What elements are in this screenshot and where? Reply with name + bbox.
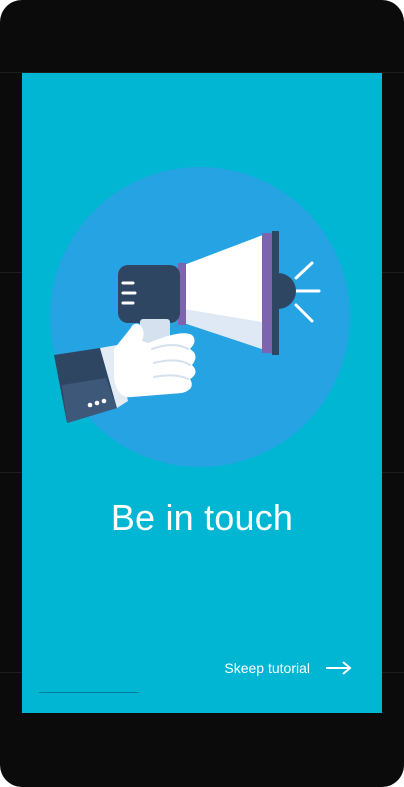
arrow-right-icon <box>326 661 352 675</box>
page-title: Be in touch <box>110 497 294 538</box>
onboarding-screen: Be in touch Skeep tutorial <box>22 73 382 713</box>
skip-tutorial-label: Skeep tutorial <box>224 660 310 676</box>
megaphone-illustration <box>50 167 350 467</box>
skip-tutorial-button[interactable]: Skeep tutorial <box>202 653 352 683</box>
progress-indicator <box>39 692 139 693</box>
device-frame: Be in touch Skeep tutorial <box>0 0 404 787</box>
